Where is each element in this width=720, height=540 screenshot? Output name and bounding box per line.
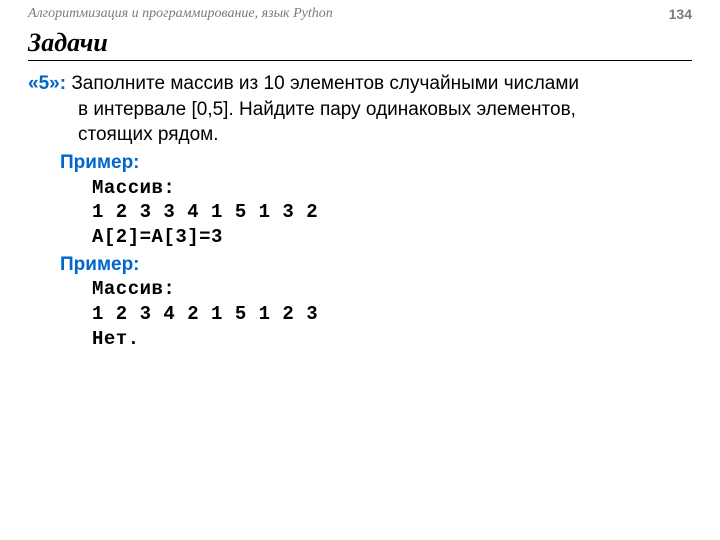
example2-array-values: 1 2 3 4 2 1 5 1 2 3 — [28, 302, 692, 327]
example2-result: Нет. — [28, 327, 692, 352]
slide-header: Алгоритмизация и программирование, язык … — [0, 0, 720, 26]
slide-content: «5»: Заполните массив из 10 элементов сл… — [0, 61, 720, 351]
page-number: 134 — [669, 6, 692, 22]
task-text-line1: Заполните массив из 10 элементов случайн… — [71, 73, 579, 94]
example1-label: Пример: — [28, 150, 692, 176]
task-text-line3: стоящих рядом. — [28, 122, 692, 148]
task-text-line2: в интервале [0,5]. Найдите пару одинаков… — [28, 97, 692, 123]
example1-result: A[2]=A[3]=3 — [28, 225, 692, 250]
section-title: Задачи — [28, 28, 692, 61]
task-label: «5»: — [28, 73, 66, 94]
example1-array-label: Массив: — [28, 176, 692, 201]
task-statement: «5»: Заполните массив из 10 элементов сл… — [28, 71, 692, 97]
example1-array-values: 1 2 3 3 4 1 5 1 3 2 — [28, 200, 692, 225]
example2-label: Пример: — [28, 252, 692, 278]
course-title: Алгоритмизация и программирование, язык … — [28, 6, 333, 22]
example2-array-label: Массив: — [28, 277, 692, 302]
